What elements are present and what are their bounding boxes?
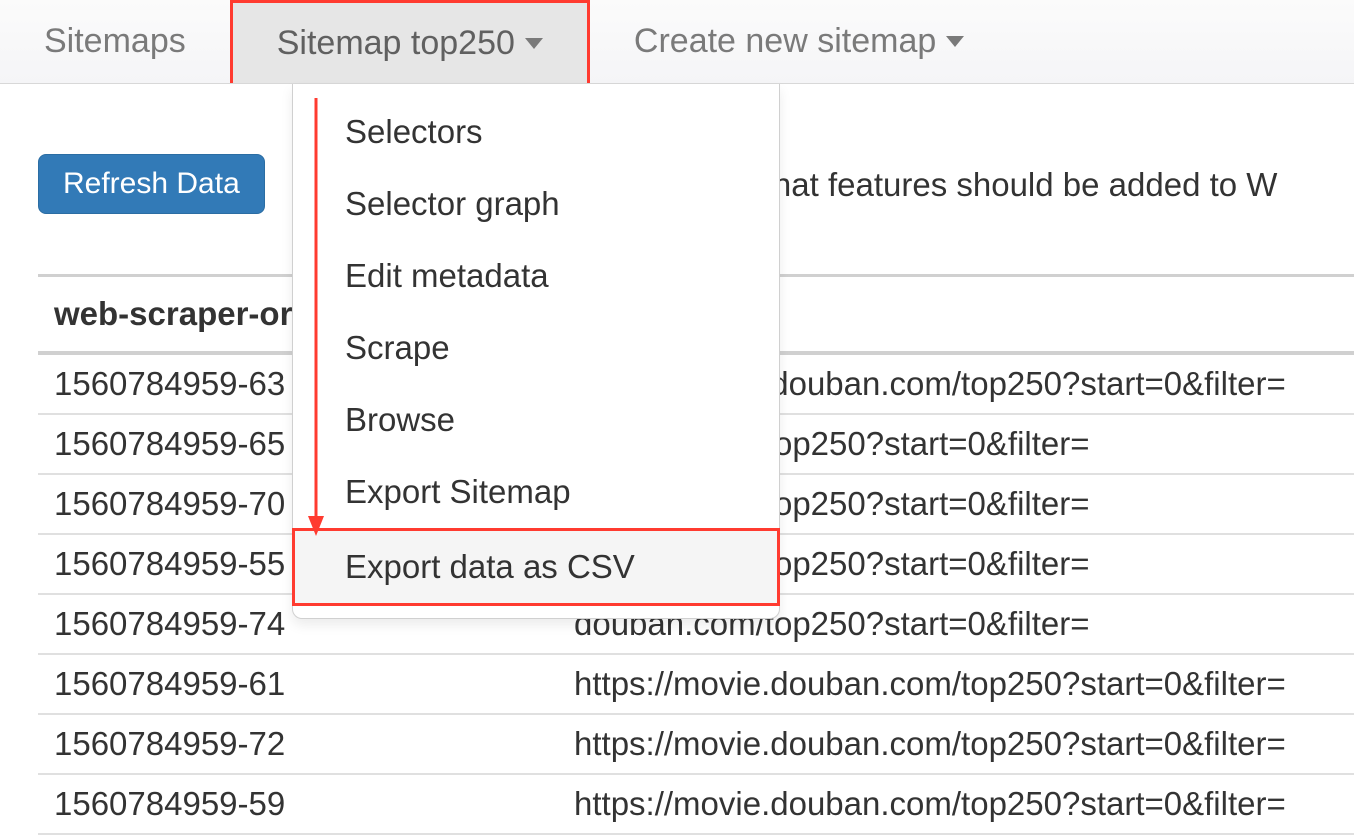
table-row: 1560784959-59 https://movie.douban.com/t… bbox=[38, 774, 1354, 834]
dropdown-item-export-csv[interactable]: Export data as CSV bbox=[292, 528, 780, 606]
caret-down-icon bbox=[525, 38, 543, 49]
nav-sitemaps[interactable]: Sitemaps bbox=[0, 0, 230, 83]
nav-create-new[interactable]: Create new sitemap bbox=[590, 0, 1008, 83]
dropdown-item-browse[interactable]: Browse bbox=[293, 384, 779, 456]
dropdown-item-selectors[interactable]: Selectors bbox=[293, 96, 779, 168]
caret-down-icon bbox=[946, 36, 964, 47]
dropdown-item-selector-graph[interactable]: Selector graph bbox=[293, 168, 779, 240]
cell-order: 1560784959-61 bbox=[38, 654, 558, 714]
dropdown-item-scrape[interactable]: Scrape bbox=[293, 312, 779, 384]
nav-create-new-label: Create new sitemap bbox=[634, 22, 936, 61]
dropdown-item-export-sitemap[interactable]: Export Sitemap bbox=[293, 456, 779, 528]
cell-url: https://movie.douban.com/top250?start=0&… bbox=[558, 774, 1354, 834]
nav-sitemaps-label: Sitemaps bbox=[44, 22, 186, 61]
table-row: 1560784959-72 https://movie.douban.com/t… bbox=[38, 714, 1354, 774]
cell-url: https://movie.douban.com/top250?start=0&… bbox=[558, 714, 1354, 774]
cell-url: https://movie.douban.com/top250?start=0&… bbox=[558, 654, 1354, 714]
refresh-button[interactable]: Refresh Data bbox=[38, 154, 265, 214]
nav-sitemap-current-label: Sitemap top250 bbox=[277, 24, 515, 63]
cell-order: 1560784959-59 bbox=[38, 774, 558, 834]
table-row: 1560784959-61 https://movie.douban.com/t… bbox=[38, 654, 1354, 714]
sitemap-dropdown-menu: Selectors Selector graph Edit metadata S… bbox=[292, 84, 780, 619]
cell-order: 1560784959-72 bbox=[38, 714, 558, 774]
nav-sitemap-current[interactable]: Sitemap top250 bbox=[230, 0, 590, 83]
info-text: what features should be added to W bbox=[749, 166, 1277, 204]
nav-bar: Sitemaps Sitemap top250 Create new sitem… bbox=[0, 0, 1354, 84]
dropdown-item-edit-metadata[interactable]: Edit metadata bbox=[293, 240, 779, 312]
